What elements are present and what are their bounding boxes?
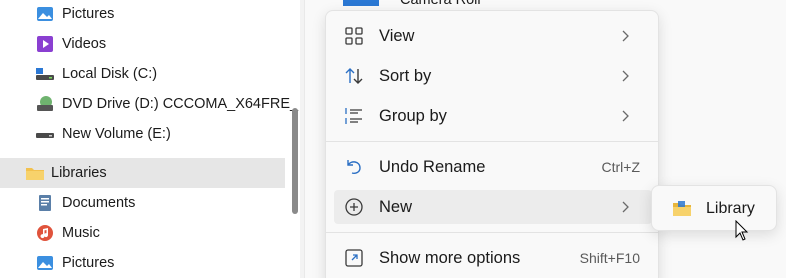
pictures-icon bbox=[36, 5, 54, 23]
menu-item-sort-by[interactable]: Sort by bbox=[334, 59, 652, 93]
sidebar-item-dvd-drive[interactable]: DVD Drive (D:) CCCOMA_X64FRE_ bbox=[36, 89, 321, 119]
submenu-item-library[interactable]: Library bbox=[656, 192, 772, 226]
menu-item-label: New bbox=[379, 197, 413, 216]
sidebar-item-label: Libraries bbox=[51, 165, 107, 181]
menu-separator bbox=[326, 232, 658, 233]
sidebar-item-label: Pictures bbox=[62, 255, 115, 271]
sidebar-item-label: Pictures bbox=[62, 6, 115, 22]
menu-item-label: View bbox=[379, 26, 415, 45]
sidebar-item-label: Documents bbox=[62, 195, 136, 211]
sidebar-item-pictures[interactable]: Pictures bbox=[36, 0, 321, 29]
menu-item-group-by[interactable]: Group by bbox=[334, 99, 652, 133]
folder-label: Camera Roll bbox=[400, 0, 481, 8]
menu-item-show-more-options[interactable]: Show more options Shift+F10 bbox=[334, 241, 652, 275]
documents-icon bbox=[36, 194, 54, 212]
pictures-icon bbox=[36, 254, 54, 272]
menu-item-view[interactable]: View bbox=[334, 19, 652, 53]
undo-icon bbox=[344, 157, 364, 177]
context-menu: View Sort by Group by Undo Rename Ctrl+Z bbox=[325, 10, 659, 278]
menu-item-label: Undo Rename bbox=[379, 157, 486, 176]
sidebar-item-label: Music bbox=[62, 225, 100, 241]
sidebar-item-videos[interactable]: Videos bbox=[36, 29, 321, 59]
chevron-right-icon bbox=[618, 199, 632, 215]
menu-item-label: Group by bbox=[379, 106, 447, 125]
menu-item-undo-rename[interactable]: Undo Rename Ctrl+Z bbox=[334, 150, 652, 184]
sidebar-item-label: Videos bbox=[62, 36, 107, 52]
sort-icon bbox=[344, 66, 364, 86]
sidebar-item-label: New Volume (E:) bbox=[62, 126, 171, 142]
drive-icon bbox=[36, 125, 54, 143]
menu-item-label: Show more options bbox=[379, 248, 521, 267]
libraries-folder-icon bbox=[25, 164, 44, 182]
submenu-item-label: Library bbox=[706, 200, 755, 217]
sidebar-item-documents[interactable]: Documents bbox=[36, 188, 321, 218]
menu-separator bbox=[326, 141, 658, 142]
library-icon bbox=[672, 200, 692, 218]
sidebar-item-local-disk[interactable]: Local Disk (C:) bbox=[36, 59, 321, 89]
folder-item-camera-roll[interactable]: Camera Roll bbox=[343, 0, 481, 8]
show-more-options-icon bbox=[344, 248, 364, 268]
dvd-drive-icon bbox=[36, 95, 54, 113]
chevron-right-icon bbox=[618, 108, 632, 124]
sidebar-item-music[interactable]: Music bbox=[36, 218, 321, 248]
sidebar-item-pictures-2[interactable]: Pictures bbox=[36, 248, 321, 278]
chevron-right-icon bbox=[618, 68, 632, 84]
new-plus-icon bbox=[344, 197, 364, 217]
menu-item-label: Sort by bbox=[379, 66, 432, 85]
menu-item-new[interactable]: New bbox=[334, 190, 652, 224]
sidebar-item-new-volume[interactable]: New Volume (E:) bbox=[36, 119, 321, 149]
videos-icon bbox=[36, 35, 54, 53]
new-submenu: Library bbox=[651, 185, 777, 231]
menu-item-shortcut: Ctrl+Z bbox=[601, 159, 641, 175]
folder-icon bbox=[343, 0, 379, 6]
menu-item-shortcut: Shift+F10 bbox=[579, 250, 640, 266]
view-grid-icon bbox=[344, 26, 364, 46]
local-disk-icon bbox=[36, 65, 54, 83]
sidebar-item-label: DVD Drive (D:) CCCOMA_X64FRE_ bbox=[62, 96, 299, 112]
sidebar-scrollbar[interactable] bbox=[292, 108, 298, 214]
music-icon bbox=[36, 224, 54, 242]
mouse-cursor-icon bbox=[735, 220, 749, 241]
sidebar-item-libraries[interactable]: Libraries bbox=[0, 158, 285, 188]
navigation-pane: Pictures Videos Local Disk (C:) DVD Driv… bbox=[0, 0, 300, 278]
group-by-icon bbox=[344, 106, 364, 126]
sidebar-item-label: Local Disk (C:) bbox=[62, 66, 158, 82]
chevron-right-icon bbox=[618, 28, 632, 44]
